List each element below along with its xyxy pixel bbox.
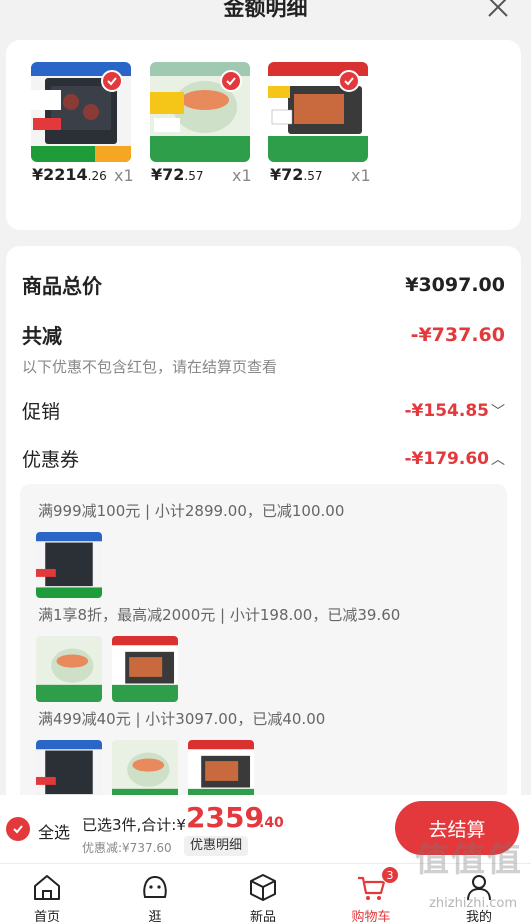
product-thumbnail — [36, 532, 102, 598]
tab-browse[interactable]: 逛 — [115, 864, 195, 922]
sheet-header: 金额明细 — [0, 0, 531, 40]
total-amount: 2359 — [186, 801, 264, 834]
reduce-label: 共减 — [22, 324, 62, 348]
coupon-rule-text: 满499减40元 | 小计3097.00，已减40.00 — [38, 710, 326, 728]
product-thumbnail — [112, 636, 178, 702]
reduce-value: -¥737.60 — [410, 323, 505, 346]
product-price: ¥72.57 — [270, 165, 323, 184]
product-item[interactable] — [150, 62, 250, 162]
select-all-label[interactable]: 全选 — [38, 819, 70, 843]
selected-summary: 已选3件,合计:¥ — [82, 816, 186, 834]
total-price-label: 商品总价 — [22, 274, 102, 298]
product-thumbnail — [150, 62, 250, 162]
product-price: ¥72.57 — [151, 165, 204, 184]
chevron-down-icon[interactable]: ﹀ — [491, 401, 505, 421]
coupon-row[interactable]: 优惠券 -¥179.60 ︿ — [22, 445, 505, 472]
cart-count-badge: 3 — [381, 866, 399, 884]
tab-label: 逛 — [148, 910, 162, 922]
selected-check-icon — [338, 70, 360, 92]
product-qty: x1 — [351, 166, 371, 185]
chevron-up-icon[interactable]: ︿ — [491, 449, 505, 469]
discount-summary: 优惠减:¥737.60 — [82, 841, 172, 855]
tab-new[interactable]: 新品 — [223, 864, 303, 922]
watermark-url: zhizhizhi.com — [429, 896, 517, 911]
tab-label: 购物车 — [351, 910, 391, 922]
product-summary-card: ¥2214.26 x1 ¥72.57 x1 ¥72.57 x1 — [6, 40, 521, 230]
product-price: ¥2214.26 — [32, 165, 107, 184]
product-qty: x1 — [232, 166, 252, 185]
coupon-rule-text: 满1享8折，最高减2000元 | 小计198.00，已减39.60 — [38, 606, 401, 624]
promo-row[interactable]: 促销 -¥154.85 ﹀ — [22, 397, 505, 424]
coupon-products — [36, 532, 102, 598]
home-icon — [34, 875, 60, 900]
coupon-rule-text: 满999减100元 | 小计2899.00，已减100.00 — [38, 502, 345, 520]
total-price-row: 商品总价 ¥3097.00 — [22, 270, 505, 299]
face-icon — [143, 875, 167, 898]
selected-check-icon — [220, 70, 242, 92]
promo-label: 促销 — [22, 401, 61, 423]
price-detail-card: 商品总价 ¥3097.00 共减 -¥737.60 以下优惠不包含红包，请在结算… — [6, 246, 521, 866]
product-item[interactable] — [268, 62, 368, 162]
select-all-checkbox[interactable] — [6, 817, 30, 841]
sheet-title: 金额明细 — [223, 0, 308, 20]
promo-value: -¥154.85 — [404, 400, 490, 421]
watermark: 值值值 — [415, 840, 523, 880]
coupon-label: 优惠券 — [22, 449, 80, 471]
coupon-value: -¥179.60 — [404, 448, 490, 469]
product-thumbnail — [36, 636, 102, 702]
product-item[interactable] — [31, 62, 131, 162]
reduce-row: 共减 -¥737.60 — [22, 320, 505, 349]
product-thumbnail — [31, 62, 131, 162]
total-amount-decimal: .40 — [259, 815, 284, 831]
tab-cart[interactable]: 3 购物车 — [331, 864, 411, 922]
product-qty: x1 — [114, 166, 134, 185]
tab-home[interactable]: 首页 — [7, 864, 87, 922]
product-thumbnail — [268, 62, 368, 162]
cube-icon — [250, 874, 276, 901]
discount-note: 以下优惠不包含红包，请在结算页查看 — [22, 358, 278, 376]
discount-detail-button[interactable]: 优惠明细 — [184, 836, 249, 856]
tab-label: 首页 — [33, 910, 60, 922]
selected-check-icon — [101, 70, 123, 92]
coupon-products — [36, 636, 178, 702]
close-icon[interactable] — [485, 0, 511, 20]
total-price-value: ¥3097.00 — [405, 273, 505, 296]
tab-label: 新品 — [249, 910, 276, 922]
